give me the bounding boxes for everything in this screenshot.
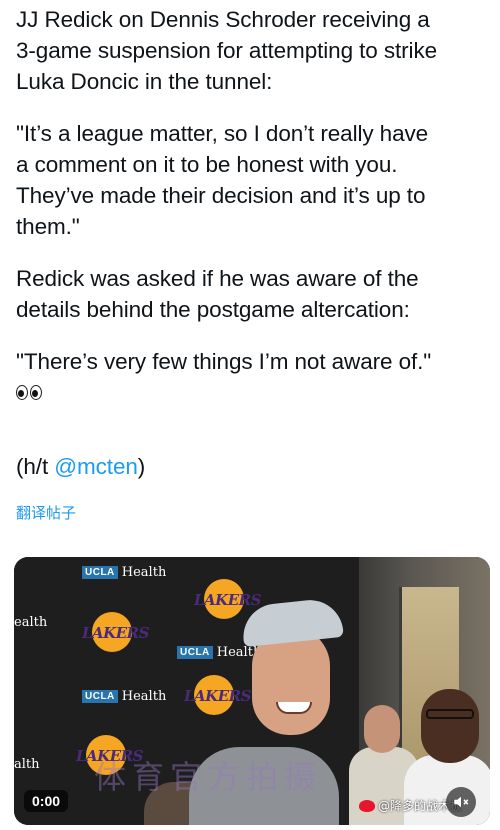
ucla-health-logo: UCLA Health — [177, 645, 261, 660]
video-timecode: 0:00 — [24, 790, 69, 812]
mention-link[interactable]: @mcten — [54, 454, 138, 479]
credit-line: (h/t @mcten) — [16, 420, 486, 482]
credit-prefix: (h/t — [16, 454, 55, 479]
watermark-text: 体育官方拍摄 — [94, 758, 323, 796]
glasses — [426, 709, 474, 719]
person-shirt — [404, 755, 490, 825]
ucla-health-logo-partial: alth — [14, 757, 40, 772]
person-face — [421, 689, 479, 763]
eyes-emoji-icon — [16, 385, 42, 400]
post-intro: JJ Redick on Dennis Schroder receiving a… — [16, 7, 438, 94]
post-body: JJ Redick on Dennis Schroder receiving a… — [16, 4, 486, 482]
mute-icon[interactable] — [446, 787, 476, 817]
quote-1: "It’s a league matter, so I don’t really… — [16, 121, 429, 239]
ucla-health-logo: UCLA Health — [82, 689, 166, 704]
person-face — [364, 705, 400, 753]
translate-post-link[interactable]: 翻译帖子 — [16, 502, 76, 523]
video-player[interactable]: UCLA Health UCLA Health UCLA Health ealth a… — [14, 557, 490, 825]
ucla-health-logo-partial: ealth — [14, 615, 48, 630]
quote-2: "There’s very few things I’m not aware o… — [16, 349, 432, 374]
post-question: Redick was asked if he was aware of the … — [16, 266, 419, 322]
ucla-health-logo: UCLA Health — [82, 565, 166, 580]
credit-suffix: ) — [137, 454, 146, 479]
lakers-logo: LAKERS — [82, 612, 149, 656]
weibo-logo-icon — [359, 799, 375, 812]
speaker-muted-icon — [454, 796, 469, 808]
lakers-logo: LAKERS — [184, 675, 251, 719]
lakers-logo: LAKERS — [194, 579, 261, 623]
